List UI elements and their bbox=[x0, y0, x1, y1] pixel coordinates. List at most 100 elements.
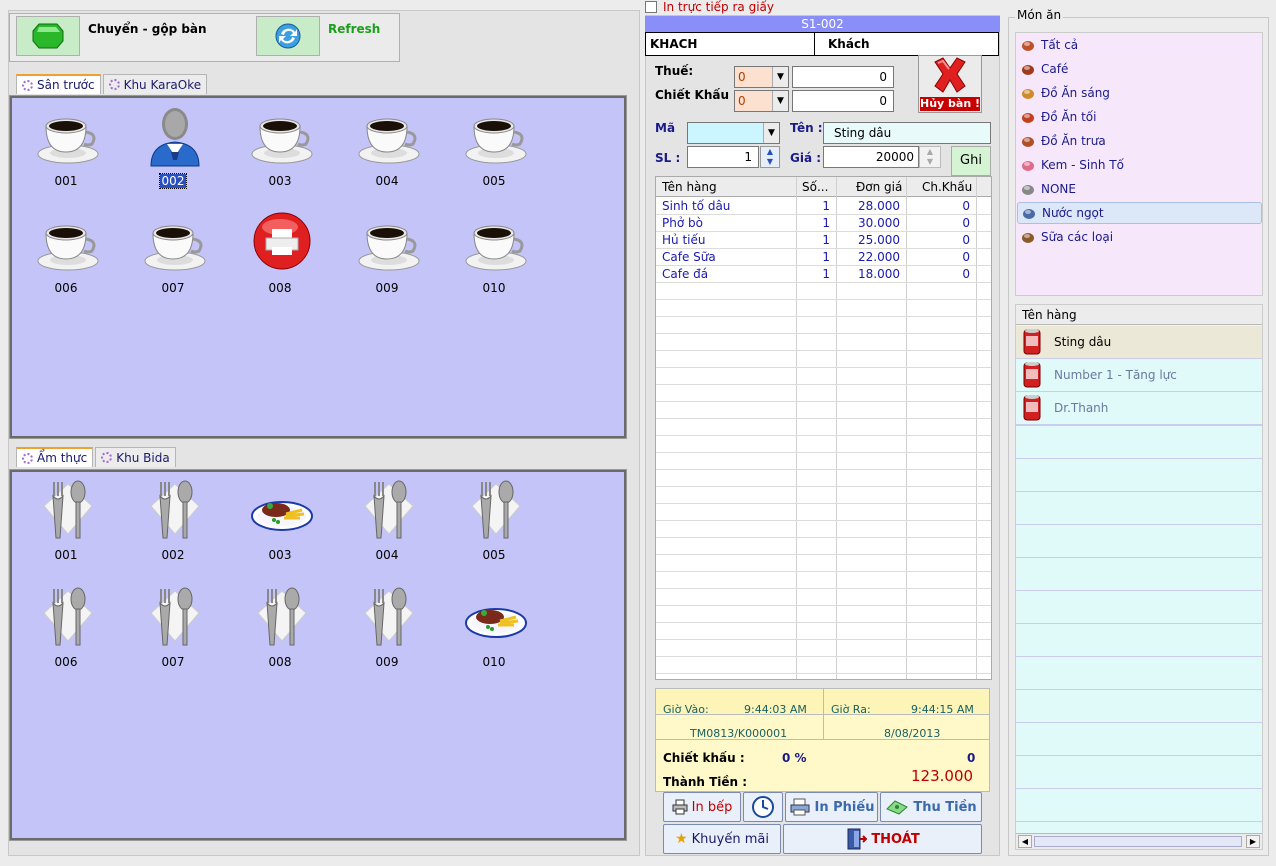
order-row[interactable]: Hủ tiếu 1 25.000 0 bbox=[656, 232, 991, 249]
column-header[interactable]: Tên hàng bbox=[662, 180, 717, 194]
price-label: Giá : bbox=[790, 151, 822, 165]
tab-san-truoc[interactable]: Sân trước bbox=[16, 74, 101, 94]
coffee-cup-icon bbox=[250, 104, 314, 168]
grid-row-line bbox=[656, 401, 991, 402]
coffee-cup-icon bbox=[36, 211, 100, 275]
product-list-header[interactable]: Tên hàng bbox=[1016, 305, 1262, 325]
zone2-table-003[interactable]: 003 bbox=[230, 478, 330, 578]
scroll-thumb[interactable] bbox=[1034, 836, 1242, 847]
refresh-button[interactable] bbox=[256, 16, 320, 56]
zone1-table-008[interactable]: 008 bbox=[230, 211, 330, 311]
zone2-table-001[interactable]: 001 bbox=[16, 478, 116, 578]
print-receipt-button[interactable]: In Phiếu bbox=[785, 792, 878, 822]
tab-khu-bida[interactable]: Khu Bida bbox=[95, 447, 176, 467]
zone1-table-007[interactable]: 007 bbox=[123, 211, 223, 311]
table-label: 010 bbox=[444, 281, 544, 295]
product-item[interactable]: Dr.Thanh bbox=[1016, 392, 1262, 425]
stepper-up-icon[interactable]: ▲ bbox=[761, 147, 779, 157]
discount-value-input[interactable]: 0 bbox=[792, 90, 894, 112]
category-item[interactable]: NONE bbox=[1017, 178, 1262, 200]
product-name-field[interactable]: Sting dâu bbox=[823, 122, 991, 144]
zone1-table-003[interactable]: 003 bbox=[230, 104, 330, 204]
tab-am-thuc[interactable]: Ẩm thực bbox=[16, 447, 94, 467]
price-stepper[interactable]: ▲ ▼ bbox=[919, 146, 941, 168]
column-header[interactable]: Ch.Khấu bbox=[922, 180, 972, 194]
zone1-table-001[interactable]: 001 bbox=[16, 104, 116, 204]
zone2-table-008[interactable]: 008 bbox=[230, 585, 330, 685]
checkbox-box[interactable] bbox=[645, 1, 657, 13]
stepper-down-icon[interactable]: ▼ bbox=[920, 157, 940, 167]
print-kitchen-button[interactable]: In bếp bbox=[663, 792, 741, 822]
exit-button[interactable]: THOÁT bbox=[783, 824, 982, 854]
product-item[interactable]: Number 1 - Tăng lực bbox=[1016, 359, 1262, 392]
discount-amount: 0 bbox=[967, 751, 976, 765]
zone1-table-002[interactable]: 002 bbox=[123, 104, 223, 204]
stepper-up-icon[interactable]: ▲ bbox=[920, 147, 940, 157]
order-row[interactable]: Sinh tố dâu 1 28.000 0 bbox=[656, 198, 991, 215]
column-header[interactable]: Đơn giá bbox=[856, 180, 902, 194]
grid-row-line bbox=[656, 384, 991, 385]
category-item[interactable]: Café bbox=[1017, 58, 1262, 80]
qty-input[interactable]: 1 bbox=[687, 146, 759, 168]
zone1-table-006[interactable]: 006 bbox=[16, 211, 116, 311]
zone1-table-010[interactable]: 010 bbox=[444, 211, 544, 311]
product-code-combo[interactable]: ▼ bbox=[687, 122, 780, 144]
horizontal-scrollbar[interactable]: ◀ ▶ bbox=[1016, 833, 1262, 849]
column-header[interactable]: Số... bbox=[802, 180, 828, 194]
order-row[interactable]: Phở bò 1 30.000 0 bbox=[656, 215, 991, 232]
table-number: 001 bbox=[54, 548, 78, 562]
category-item[interactable]: Đồ Ăn tối bbox=[1017, 106, 1262, 128]
collect-payment-button[interactable]: Thu Tiền bbox=[880, 792, 982, 822]
milk-icon bbox=[1021, 230, 1035, 244]
table-number: 005 bbox=[482, 174, 506, 188]
stepper-down-icon[interactable]: ▼ bbox=[761, 157, 779, 167]
category-item[interactable]: Đồ Ăn trưa bbox=[1017, 130, 1262, 152]
save-item-button[interactable]: Ghi bbox=[951, 146, 991, 176]
scroll-right-icon[interactable]: ▶ bbox=[1246, 835, 1260, 848]
category-item[interactable]: Tất cả bbox=[1017, 34, 1262, 56]
grid-row-line bbox=[656, 503, 991, 504]
tab-khu-karaoke[interactable]: Khu KaraOke bbox=[102, 74, 208, 94]
zone2-table-004[interactable]: 004 bbox=[337, 478, 437, 578]
clock-button[interactable] bbox=[743, 792, 783, 822]
promotion-button[interactable]: ★ Khuyến mãi bbox=[663, 824, 781, 854]
zone1-table-004[interactable]: 004 bbox=[337, 104, 437, 204]
zone2-table-006[interactable]: 006 bbox=[16, 585, 116, 685]
zone2-table-009[interactable]: 009 bbox=[337, 585, 437, 685]
tax-value-input[interactable]: 0 bbox=[792, 66, 894, 88]
table-label: 009 bbox=[337, 281, 437, 295]
item-discount: 0 bbox=[962, 233, 970, 247]
dropdown-arrow-icon[interactable]: ▼ bbox=[772, 91, 788, 111]
category-item[interactable]: Kem - Sinh Tố bbox=[1017, 154, 1262, 176]
total-label: Thành Tiền : bbox=[663, 775, 748, 789]
category-item[interactable]: Đồ Ăn sáng bbox=[1017, 82, 1262, 104]
discount-sum-label: Chiết khấu : bbox=[663, 751, 745, 765]
tax-combo[interactable]: 0 ▼ bbox=[734, 66, 789, 88]
dropdown-arrow-icon[interactable]: ▼ bbox=[772, 67, 788, 87]
category-item[interactable]: Sữa các loại bbox=[1017, 226, 1262, 248]
zone1-table-005[interactable]: 005 bbox=[444, 104, 544, 204]
price-input[interactable]: 20000 bbox=[823, 146, 919, 168]
item-qty: 1 bbox=[822, 216, 830, 230]
cash-icon bbox=[886, 800, 909, 815]
zone1-tabs: Sân trước Khu KaraOke bbox=[16, 74, 209, 94]
discount-combo[interactable]: 0 ▼ bbox=[734, 90, 789, 112]
zone2-table-007[interactable]: 007 bbox=[123, 585, 223, 685]
zone2-table-005[interactable]: 005 bbox=[444, 478, 544, 578]
grid-row-line bbox=[656, 656, 991, 657]
qty-stepper[interactable]: ▲ ▼ bbox=[760, 146, 780, 168]
product-item[interactable]: Sting dâu bbox=[1016, 326, 1262, 359]
scroll-left-icon[interactable]: ◀ bbox=[1018, 835, 1032, 848]
dropdown-arrow-icon[interactable]: ▼ bbox=[763, 123, 779, 143]
order-row[interactable]: Cafe Sữa 1 22.000 0 bbox=[656, 249, 991, 266]
grid-row-line bbox=[656, 520, 991, 521]
move-merge-button[interactable] bbox=[16, 16, 80, 56]
table-number: 010 bbox=[482, 281, 506, 295]
zone1-table-009[interactable]: 009 bbox=[337, 211, 437, 311]
zone2-table-010[interactable]: 010 bbox=[444, 585, 544, 685]
zone2-table-002[interactable]: 002 bbox=[123, 478, 223, 578]
category-item[interactable]: Nước ngọt bbox=[1017, 202, 1262, 224]
cancel-table-button[interactable]: Hủy bàn ! bbox=[918, 55, 982, 113]
print-direct-checkbox[interactable]: In trực tiếp ra giấy bbox=[645, 0, 774, 14]
order-row[interactable]: Cafe đá 1 18.000 0 bbox=[656, 266, 991, 283]
